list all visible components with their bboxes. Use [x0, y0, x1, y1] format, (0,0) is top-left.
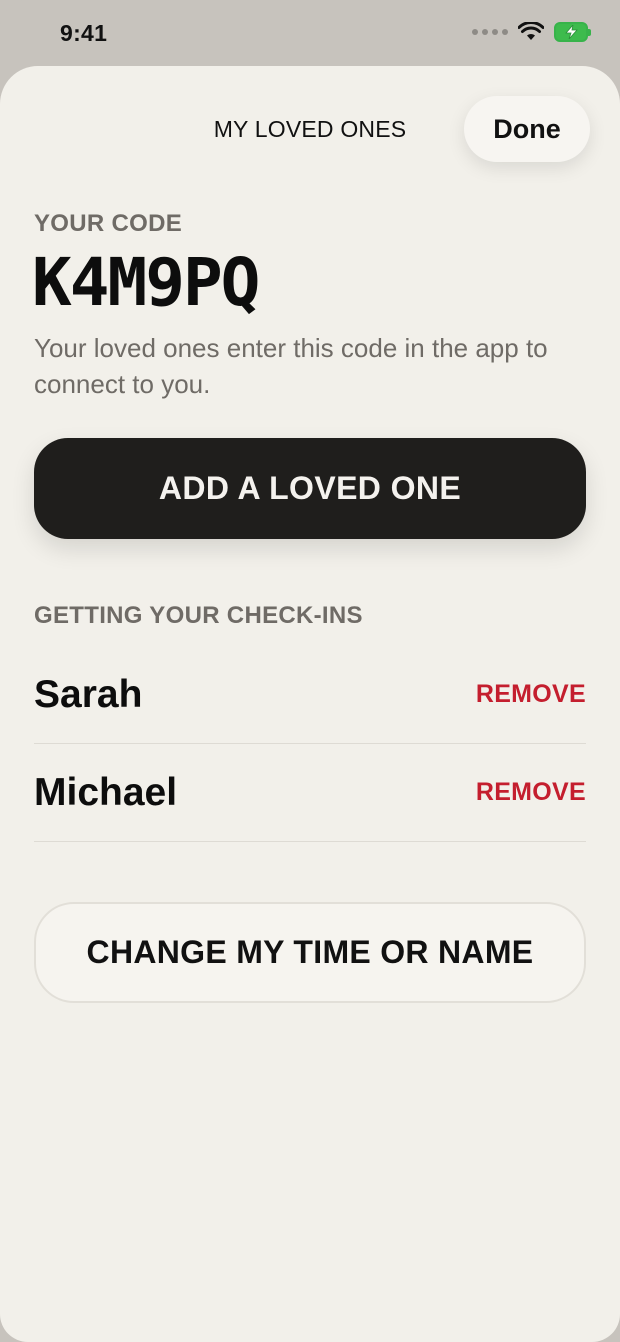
person-name: Sarah	[34, 672, 143, 716]
battery-charging-icon	[554, 22, 591, 42]
code-help-text: Your loved ones enter this code in the a…	[34, 333, 548, 399]
status-icons	[472, 22, 591, 42]
list-item: Michael REMOVE	[34, 744, 586, 842]
loved-ones-list: Sarah REMOVE Michael REMOVE	[34, 646, 586, 842]
cellular-signal-icon	[472, 29, 508, 35]
your-code-label: YOUR CODE	[34, 210, 183, 237]
remove-button[interactable]: REMOVE	[476, 778, 586, 807]
loved-ones-sheet: MY LOVED ONES Done YOUR CODE K4M9PQ Your…	[0, 66, 620, 1342]
change-time-or-name-button[interactable]: CHANGE MY TIME OR NAME	[34, 902, 586, 1003]
app-screen: 9:41 MY LOVED ONES Done YOUR CODE K4M9PQ…	[0, 0, 620, 1342]
checkins-section-label: GETTING YOUR CHECK-INS	[34, 602, 363, 629]
done-button[interactable]: Done	[464, 96, 590, 162]
connection-code: K4M9PQ	[32, 244, 260, 321]
remove-button[interactable]: REMOVE	[476, 680, 586, 709]
list-item: Sarah REMOVE	[34, 646, 586, 744]
status-bar: 9:41	[0, 0, 620, 66]
add-loved-one-button[interactable]: ADD A LOVED ONE	[34, 438, 586, 539]
wifi-icon	[518, 22, 544, 40]
person-name: Michael	[34, 770, 178, 814]
status-time: 9:41	[60, 20, 108, 46]
